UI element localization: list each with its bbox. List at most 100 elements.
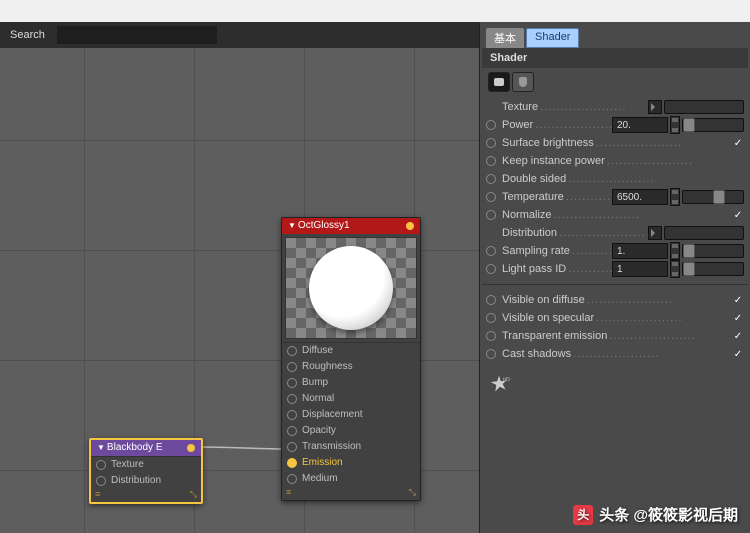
param-value: ✓ [732, 348, 744, 360]
param-castshad: Cast shadows✓ [486, 345, 744, 363]
checkbox[interactable]: ✓ [732, 209, 744, 221]
spinner[interactable] [670, 260, 680, 278]
node-canvas[interactable]: ▼OctGlossy1 DiffuseRoughnessBumpNormalDi… [0, 48, 479, 533]
value-slider[interactable] [682, 244, 744, 258]
param-value [732, 155, 744, 167]
node-input-normal[interactable]: Normal [282, 391, 420, 407]
param-dblsided: Double sided [486, 170, 744, 188]
param-radio[interactable] [486, 331, 496, 341]
mode-icon-2[interactable] [512, 72, 534, 92]
input-port[interactable] [287, 426, 297, 436]
param-label: Sampling rate [502, 245, 612, 257]
input-port[interactable] [287, 410, 297, 420]
node-input-emission[interactable]: Emission [282, 455, 420, 471]
search-input[interactable] [57, 26, 217, 44]
param-radio[interactable] [486, 349, 496, 359]
tab-shader[interactable]: Shader [526, 28, 579, 48]
node-blackbody[interactable]: ▼Blackbody E TextureDistribution ≡⤡ [89, 438, 203, 504]
value-slider[interactable] [682, 118, 744, 132]
param-lightpass: Light pass ID1 [486, 260, 744, 278]
input-port[interactable] [287, 394, 297, 404]
value-slider[interactable] [682, 262, 744, 276]
checkbox[interactable]: ✓ [732, 312, 744, 324]
input-port[interactable] [287, 378, 297, 388]
spinner[interactable] [670, 116, 680, 134]
param-radio[interactable] [486, 138, 496, 148]
node-input-diffuse[interactable]: Diffuse [282, 343, 420, 359]
checkbox[interactable]: ✓ [732, 330, 744, 342]
node-inputs-list: TextureDistribution [91, 456, 201, 489]
node-input-medium[interactable]: Medium [282, 471, 420, 487]
watermark: 头 头条 @筱筱影视后期 [573, 504, 738, 525]
input-port[interactable] [287, 362, 297, 372]
collapse-icon[interactable]: ▼ [97, 443, 105, 452]
input-label: Bump [302, 375, 328, 391]
checkbox[interactable]: ✓ [732, 137, 744, 149]
node-output-port[interactable] [406, 222, 414, 230]
node-input-opacity[interactable]: Opacity [282, 423, 420, 439]
param-group-1: TexturePower20.Surface brightness✓Keep i… [480, 96, 750, 280]
input-port[interactable] [287, 474, 297, 484]
node-input-distribution[interactable]: Distribution [91, 473, 201, 489]
param-label: Light pass ID [502, 263, 612, 275]
number-input[interactable]: 1. [612, 243, 668, 259]
node-octglossy[interactable]: ▼OctGlossy1 DiffuseRoughnessBumpNormalDi… [281, 217, 421, 501]
node-editor-panel: Search ▼OctGlossy1 DiffuseRoughnessBumpN… [0, 22, 479, 533]
param-radio[interactable] [486, 295, 496, 305]
number-input[interactable]: 1 [612, 261, 668, 277]
node-title-label: OctGlossy1 [298, 220, 350, 231]
checkbox[interactable] [732, 173, 744, 185]
spinner[interactable] [670, 188, 680, 206]
checkbox[interactable] [732, 155, 744, 167]
node-input-roughness[interactable]: Roughness [282, 359, 420, 375]
texture-slot[interactable] [664, 100, 744, 114]
input-label: Emission [302, 455, 343, 471]
collapse-icon[interactable]: ▼ [288, 221, 296, 230]
value-slider[interactable] [682, 190, 744, 204]
node-input-transmission[interactable]: Transmission [282, 439, 420, 455]
param-radio[interactable] [486, 174, 496, 184]
node-title[interactable]: ▼OctGlossy1 [282, 218, 420, 234]
input-port[interactable] [287, 442, 297, 452]
param-radio[interactable] [486, 210, 496, 220]
param-value: ✓ [732, 312, 744, 324]
input-port[interactable] [96, 476, 106, 486]
texture-picker-button[interactable] [648, 100, 662, 114]
input-port[interactable] [96, 460, 106, 470]
input-port[interactable] [287, 458, 297, 468]
mode-icon-1[interactable] [488, 72, 510, 92]
param-radio[interactable] [486, 313, 496, 323]
param-radio[interactable] [486, 120, 496, 130]
node-input-displacement[interactable]: Displacement [282, 407, 420, 423]
help-icon[interactable]: HELP [488, 373, 510, 395]
param-radio[interactable] [486, 192, 496, 202]
checkbox[interactable]: ✓ [732, 294, 744, 306]
svg-text:HELP: HELP [503, 376, 510, 381]
panel-tab-bar: 基本 Shader [480, 22, 750, 48]
param-radio [486, 102, 496, 112]
node-input-texture[interactable]: Texture [91, 457, 201, 473]
number-input[interactable]: 6500. [612, 189, 668, 205]
checkbox[interactable]: ✓ [732, 348, 744, 360]
input-port[interactable] [287, 346, 297, 356]
watermark-text: 头条 @筱筱影视后期 [599, 504, 738, 525]
param-radio[interactable] [486, 156, 496, 166]
number-input[interactable]: 20. [612, 117, 668, 133]
input-label: Roughness [302, 359, 353, 375]
tab-basic[interactable]: 基本 [486, 28, 524, 48]
main-area: Search ▼OctGlossy1 DiffuseRoughnessBumpN… [0, 22, 750, 533]
param-value: 6500. [612, 188, 744, 206]
texture-picker-button[interactable] [648, 226, 662, 240]
node-title[interactable]: ▼Blackbody E [91, 440, 201, 456]
input-label: Transmission [302, 439, 361, 455]
node-output-port[interactable] [187, 444, 195, 452]
param-value [648, 100, 744, 114]
param-radio[interactable] [486, 246, 496, 256]
node-input-bump[interactable]: Bump [282, 375, 420, 391]
texture-slot[interactable] [664, 226, 744, 240]
spinner[interactable] [670, 242, 680, 260]
input-label: Normal [302, 391, 334, 407]
param-value: 1. [612, 242, 744, 260]
param-radio[interactable] [486, 264, 496, 274]
param-vspecular: Visible on specular✓ [486, 309, 744, 327]
